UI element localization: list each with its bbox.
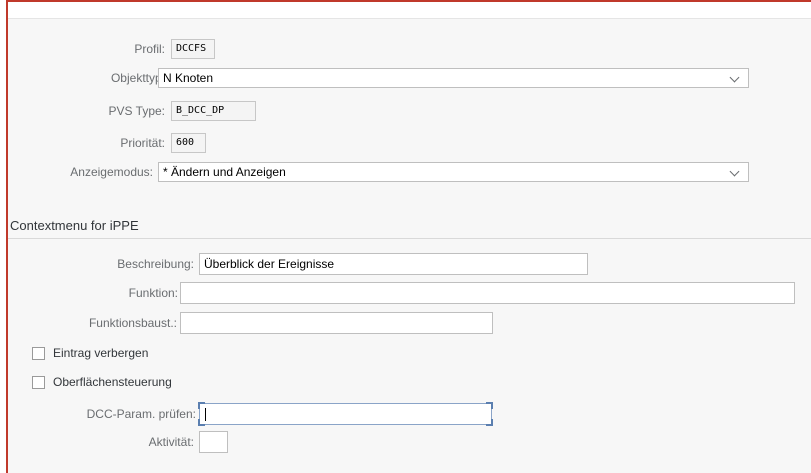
chevron-down-icon	[729, 166, 740, 177]
priority-label: Priorität:	[120, 136, 165, 150]
objecttype-label: Objekttyp:	[110, 71, 165, 85]
section-title: Contextmenu for iPPE	[10, 218, 139, 233]
ui-control-label: Oberflächensteuerung	[53, 375, 172, 389]
top-strip	[8, 2, 811, 19]
pvs-type-label: PVS Type:	[108, 104, 165, 118]
profile-field: DCCFS	[171, 39, 215, 59]
objecttype-select[interactable]: N Knoten	[158, 68, 749, 88]
ui-control-checkbox[interactable]	[32, 376, 45, 389]
hide-entry-checkbox[interactable]	[32, 347, 45, 360]
focus-corner-br	[486, 419, 493, 426]
activity-label: Aktivität:	[148, 435, 194, 449]
display-mode-value: * Ändern und Anzeigen	[163, 165, 286, 179]
function-input[interactable]	[180, 282, 795, 304]
description-input[interactable]: Überblick der Ereignisse	[199, 253, 588, 275]
display-mode-label: Anzeigemodus:	[70, 165, 153, 179]
focus-corner-tl	[198, 402, 205, 409]
display-mode-select[interactable]: * Ändern und Anzeigen	[158, 162, 749, 182]
dcc-param-input[interactable]	[198, 402, 493, 426]
focus-corner-bl	[198, 419, 205, 426]
description-label: Beschreibung:	[117, 257, 194, 271]
focus-corner-tr	[486, 402, 493, 409]
dcc-param-label: DCC-Param. prüfen:	[86, 407, 196, 421]
priority-field: 600	[171, 133, 206, 153]
section-divider	[8, 238, 811, 239]
activity-input[interactable]	[199, 431, 228, 453]
pvs-type-field: B_DCC_DP	[171, 101, 256, 121]
function-module-input[interactable]	[180, 312, 493, 334]
function-module-label: Funktionsbaust.:	[88, 316, 177, 330]
hide-entry-label: Eintrag verbergen	[53, 346, 149, 360]
chevron-down-icon	[729, 72, 740, 83]
objecttype-value: N Knoten	[163, 71, 214, 85]
profile-label: Profil:	[134, 42, 165, 56]
text-cursor	[205, 408, 206, 421]
function-label: Funktion:	[128, 286, 178, 300]
